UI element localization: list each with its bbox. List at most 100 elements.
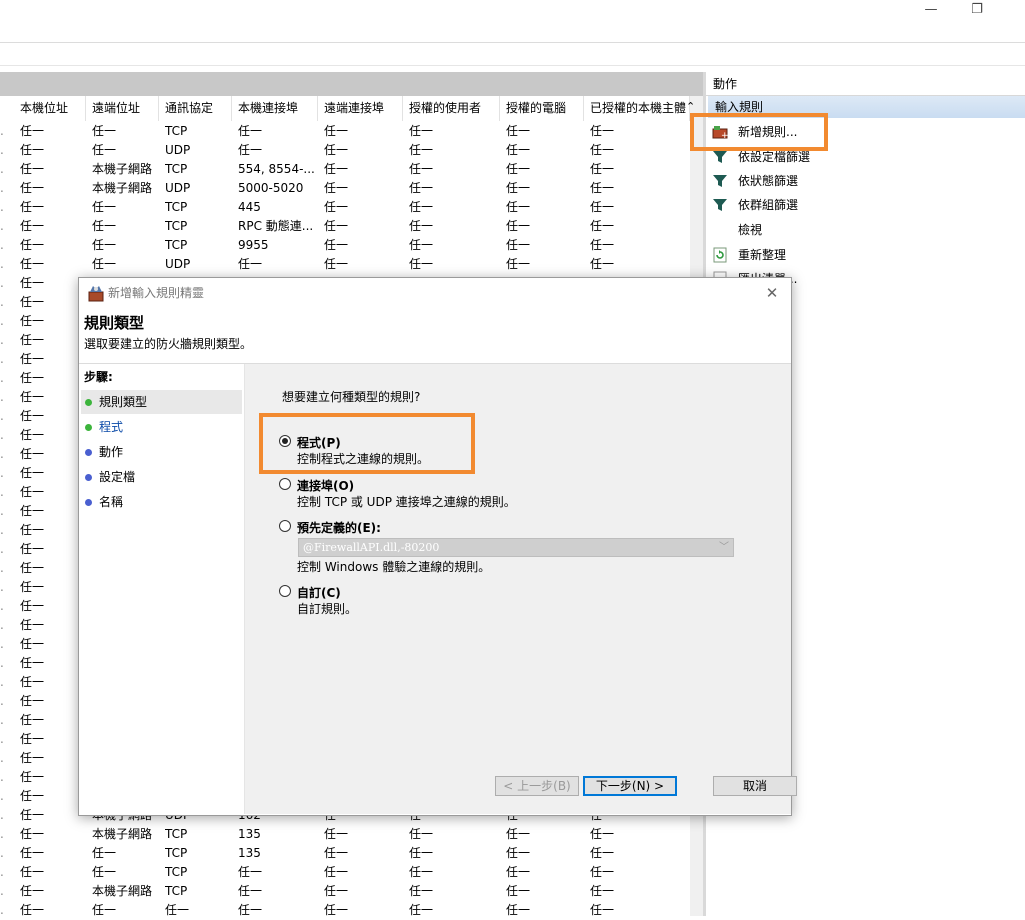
table-cell: 任一 bbox=[324, 903, 349, 917]
action-filter-group[interactable]: 依群組篩選 bbox=[706, 193, 1025, 217]
table-cell: 445 bbox=[238, 200, 261, 214]
table-cell: 任一 bbox=[20, 352, 45, 366]
table-row[interactable]: . 任一 本機子網路 TCP 554, 8554-... 任一 任一 任一 任一 bbox=[0, 160, 690, 179]
row-truncation-mark: . bbox=[0, 732, 4, 746]
next-button[interactable]: 下一步(N) > bbox=[583, 776, 677, 796]
option-label[interactable]: 預先定義的(E): bbox=[297, 519, 381, 536]
option-label[interactable]: 自訂(C) bbox=[297, 584, 341, 601]
table-row[interactable]: . 任一 本機子網路 TCP 135 任一 任一 任一 任一 bbox=[0, 825, 690, 844]
row-truncation-mark: . bbox=[0, 504, 4, 518]
table-cell: 任一 bbox=[20, 865, 45, 879]
filter-icon bbox=[713, 151, 727, 163]
table-cell: 任一 bbox=[506, 162, 531, 176]
table-cell: 任一 bbox=[238, 865, 263, 879]
table-row[interactable]: . 任一 任一 任一 任一 任一 任一 任一 任一 bbox=[0, 901, 690, 920]
column-header[interactable]: 本機位址 bbox=[14, 96, 86, 121]
option-label[interactable]: 連接埠(O) bbox=[297, 477, 354, 494]
column-header[interactable]: 已授權的本機主體 bbox=[584, 96, 690, 121]
table-row[interactable]: . 任一 任一 TCP 9955 任一 任一 任一 任一 bbox=[0, 236, 690, 255]
table-cell: 任一 bbox=[590, 181, 615, 195]
row-truncation-mark: . bbox=[0, 884, 4, 898]
table-cell: TCP bbox=[165, 124, 188, 138]
step-profile[interactable]: 設定檔 bbox=[81, 465, 242, 489]
minimize-button[interactable]: — bbox=[908, 0, 954, 22]
table-cell: 任一 bbox=[590, 238, 615, 252]
radio-predefined[interactable] bbox=[279, 520, 291, 532]
predefined-select[interactable]: @FirewallAPI.dll,-80200 ﹀ bbox=[298, 538, 734, 557]
table-cell: 任一 bbox=[20, 618, 45, 632]
table-cell: 任一 bbox=[409, 884, 434, 898]
row-truncation-mark: . bbox=[0, 599, 4, 613]
step-rule-type[interactable]: 規則類型 bbox=[81, 390, 242, 414]
table-row[interactable]: . 任一 本機子網路 UDP 5000-5020 任一 任一 任一 任一 bbox=[0, 179, 690, 198]
row-truncation-mark: . bbox=[0, 181, 4, 195]
table-cell: 任一 bbox=[20, 371, 45, 385]
table-cell: 任一 bbox=[20, 694, 45, 708]
scroll-up-icon[interactable]: ⌃ bbox=[686, 100, 695, 113]
table-row[interactable]: . 任一 任一 UDP 任一 任一 任一 任一 任一 bbox=[0, 255, 690, 274]
table-row[interactable]: . 任一 任一 TCP 任一 任一 任一 任一 任一 bbox=[0, 863, 690, 882]
radio-custom[interactable] bbox=[279, 585, 291, 597]
row-truncation-mark: . bbox=[0, 713, 4, 727]
table-cell: TCP bbox=[165, 865, 188, 879]
table-row[interactable]: . 任一 任一 UDP 任一 任一 任一 任一 任一 bbox=[0, 141, 690, 160]
row-truncation-mark: . bbox=[0, 371, 4, 385]
step-name[interactable]: 名稱 bbox=[81, 490, 242, 514]
table-cell: 554, 8554-... bbox=[238, 162, 315, 176]
table-cell: 任一 bbox=[238, 257, 263, 271]
table-cell: 任一 bbox=[409, 162, 434, 176]
table-cell: 任一 bbox=[590, 200, 615, 214]
table-cell: 任一 bbox=[409, 124, 434, 138]
table-cell: 任一 bbox=[20, 390, 45, 404]
table-cell: 任一 bbox=[409, 219, 434, 233]
table-cell: 任一 bbox=[506, 827, 531, 841]
steps-panel: 步驟: 規則類型 程式 動作 設定檔 名稱 bbox=[79, 364, 245, 814]
table-cell: 任一 bbox=[506, 846, 531, 860]
row-truncation-mark: . bbox=[0, 827, 4, 841]
table-cell: 任一 bbox=[506, 257, 531, 271]
radio-port[interactable] bbox=[279, 478, 291, 490]
table-row[interactable]: . 任一 任一 TCP RPC 動態連... 任一 任一 任一 任一 bbox=[0, 217, 690, 236]
column-header[interactable]: 遠端位址 bbox=[86, 96, 159, 121]
column-header[interactable]: 遠端連接埠 bbox=[318, 96, 403, 121]
step-action[interactable]: 動作 bbox=[81, 440, 242, 464]
table-cell: TCP bbox=[165, 884, 188, 898]
back-button[interactable]: < 上一步(B) bbox=[495, 776, 579, 796]
row-truncation-mark: . bbox=[0, 428, 4, 442]
table-row[interactable]: . 任一 任一 TCP 任一 任一 任一 任一 任一 bbox=[0, 122, 690, 141]
step-program[interactable]: 程式 bbox=[81, 415, 242, 439]
table-cell: 任一 bbox=[409, 827, 434, 841]
dialog-title: 新增輸入規則精靈 bbox=[108, 286, 205, 300]
table-cell: 任一 bbox=[20, 637, 45, 651]
table-row[interactable]: . 任一 任一 TCP 445 任一 任一 任一 任一 bbox=[0, 198, 690, 217]
table-cell: 任一 bbox=[324, 257, 349, 271]
table-cell: 任一 bbox=[238, 884, 263, 898]
action-filter-state[interactable]: 依狀態篩選 bbox=[706, 169, 1025, 193]
column-header[interactable]: 本機連接埠 bbox=[232, 96, 318, 121]
table-cell: 任一 bbox=[238, 903, 263, 917]
table-cell: 任一 bbox=[238, 143, 263, 157]
column-header[interactable]: 授權的電腦 bbox=[500, 96, 584, 121]
table-cell: 任一 bbox=[506, 865, 531, 879]
close-icon[interactable]: ✕ bbox=[762, 283, 782, 303]
column-header[interactable]: 通訊協定 bbox=[159, 96, 232, 121]
table-row[interactable]: . 任一 任一 TCP 135 任一 任一 任一 任一 bbox=[0, 844, 690, 863]
action-refresh[interactable]: 重新整理 bbox=[706, 243, 1025, 267]
cancel-button[interactable]: 取消 bbox=[713, 776, 797, 796]
restore-button[interactable]: ❐ bbox=[954, 0, 1000, 22]
table-cell: 9955 bbox=[238, 238, 269, 252]
table-cell: 任一 bbox=[590, 903, 615, 917]
table-row[interactable]: . 任一 本機子網路 TCP 任一 任一 任一 任一 任一 bbox=[0, 882, 690, 901]
row-truncation-mark: . bbox=[0, 542, 4, 556]
row-truncation-mark: . bbox=[0, 314, 4, 328]
action-view[interactable]: 檢視 bbox=[706, 218, 1025, 242]
row-truncation-mark: . bbox=[0, 390, 4, 404]
table-cell: 任一 bbox=[92, 865, 117, 879]
column-header[interactable]: 授權的使用者 bbox=[403, 96, 500, 121]
table-cell: 任一 bbox=[20, 789, 45, 803]
table-cell: 任一 bbox=[324, 827, 349, 841]
table-cell: 任一 bbox=[324, 162, 349, 176]
table-cell: 任一 bbox=[20, 903, 45, 917]
table-cell: 任一 bbox=[590, 162, 615, 176]
table-cell: 任一 bbox=[20, 732, 45, 746]
